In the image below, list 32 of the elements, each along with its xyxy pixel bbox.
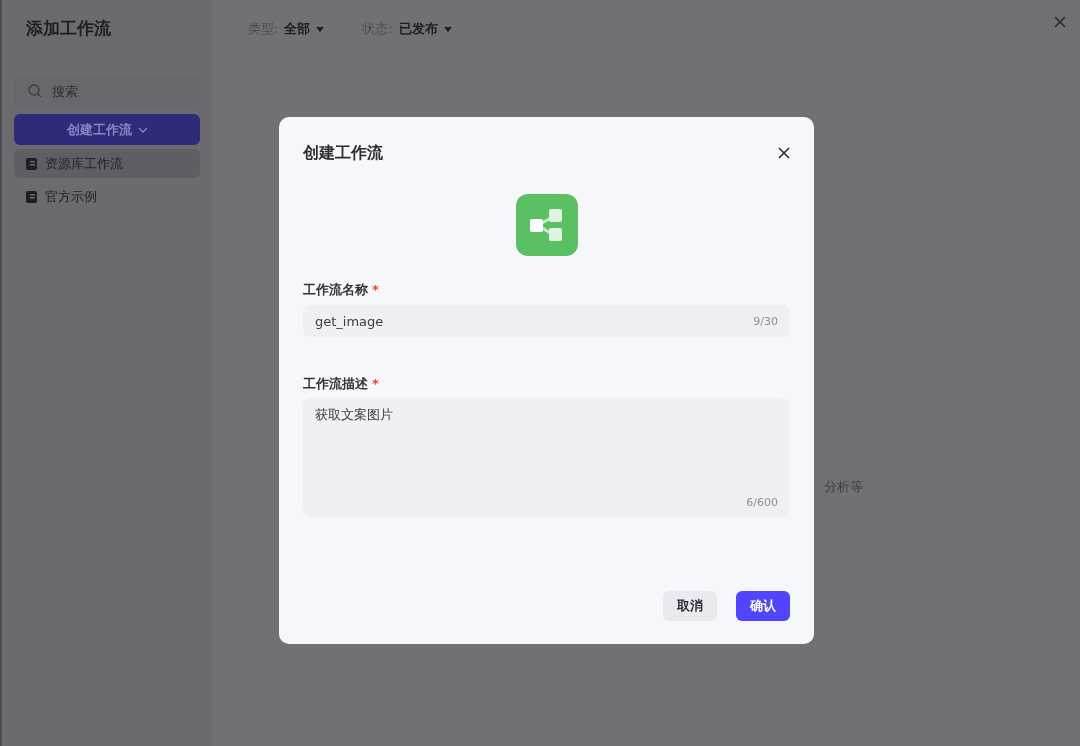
caret-icon — [316, 26, 325, 32]
sidebar-item[interactable]: 资源库工作流 — [14, 149, 200, 178]
workflow-icon — [515, 194, 578, 256]
book-icon — [26, 190, 37, 203]
dialog-title: 创建工作流 — [303, 142, 383, 164]
filter-value: 全部 — [284, 20, 311, 38]
book-icon — [26, 157, 37, 170]
name-field[interactable]: get_image 9/30 — [303, 305, 790, 337]
panel-title: 添加工作流 — [25, 17, 112, 40]
description-field[interactable]: 获取文案图片 6/600 — [303, 398, 790, 517]
field-label: 工作流名称 * — [303, 281, 380, 299]
confirm-button[interactable]: 确认 — [736, 591, 790, 621]
character-count: 9/30 — [753, 314, 778, 328]
filter-value: 已发布 — [398, 20, 438, 38]
caret-icon — [443, 26, 452, 32]
cancel-button[interactable]: 取消 — [663, 591, 717, 621]
dialog-close-button[interactable] — [778, 147, 790, 159]
required-mark: * — [372, 282, 379, 297]
search-icon — [28, 84, 42, 98]
create-workflow-button[interactable]: 创建工作流 — [14, 114, 200, 145]
sidebar-item[interactable]: 官方示例 — [14, 182, 200, 211]
sidebar-item-label: 资源库工作流 — [45, 154, 123, 173]
required-mark: * — [372, 376, 379, 391]
chevron-down-icon — [137, 126, 148, 133]
character-count: 6/600 — [746, 496, 778, 509]
field-label: 工作流描述 * — [303, 375, 380, 393]
close-icon — [1054, 16, 1066, 28]
close-icon — [778, 147, 790, 159]
field-value: 获取文案图片 — [315, 406, 394, 424]
field-value: get_image — [315, 313, 384, 329]
close-button[interactable] — [1054, 16, 1066, 28]
sidebar-item-label: 官方示例 — [45, 187, 97, 206]
